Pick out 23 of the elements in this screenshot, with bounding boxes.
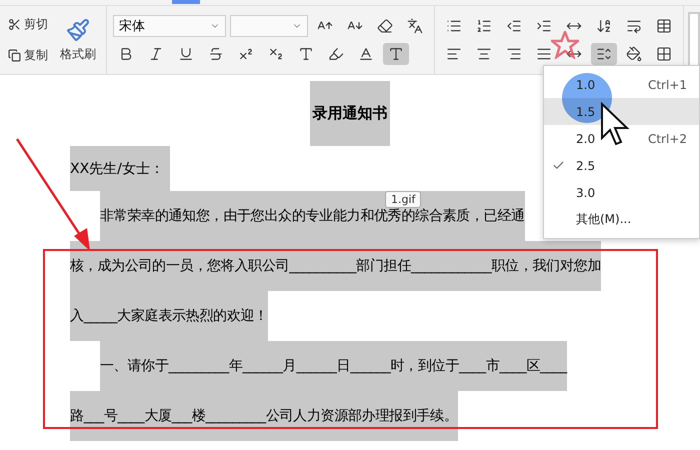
menu-item[interactable]: 2.5	[544, 152, 699, 179]
paintbrush-icon	[66, 18, 90, 42]
menu-item[interactable]: 其他(M)...	[544, 206, 699, 233]
image-tag: 1.gif	[385, 191, 422, 208]
scissors-icon	[8, 18, 21, 31]
cut-button[interactable]: 剪切	[6, 14, 50, 35]
character-shading-icon[interactable]	[383, 43, 409, 65]
copy-button[interactable]: 复制	[6, 45, 50, 66]
format-painter-button[interactable]: 格式刷	[56, 16, 100, 64]
menu-item[interactable]: 1.0 Ctrl+1	[544, 71, 699, 98]
font-size-field[interactable]	[230, 15, 308, 37]
document-title: 录用通知书	[310, 81, 390, 146]
highlight-circle	[561, 72, 613, 124]
mouse-cursor-icon	[600, 102, 630, 148]
star-mark-icon	[551, 31, 579, 59]
menu-item[interactable]: 1.5	[544, 98, 699, 125]
menu-item[interactable]: 3.0	[544, 179, 699, 206]
active-tab-indicator	[172, 0, 200, 4]
copy-icon	[8, 49, 21, 62]
menu-item[interactable]: 2.0 Ctrl+2	[544, 125, 699, 152]
font-name-field[interactable]: 宋体	[113, 15, 226, 37]
salutation: XX先生/女士：	[70, 146, 170, 191]
line-spacing-icon[interactable]	[591, 43, 617, 65]
